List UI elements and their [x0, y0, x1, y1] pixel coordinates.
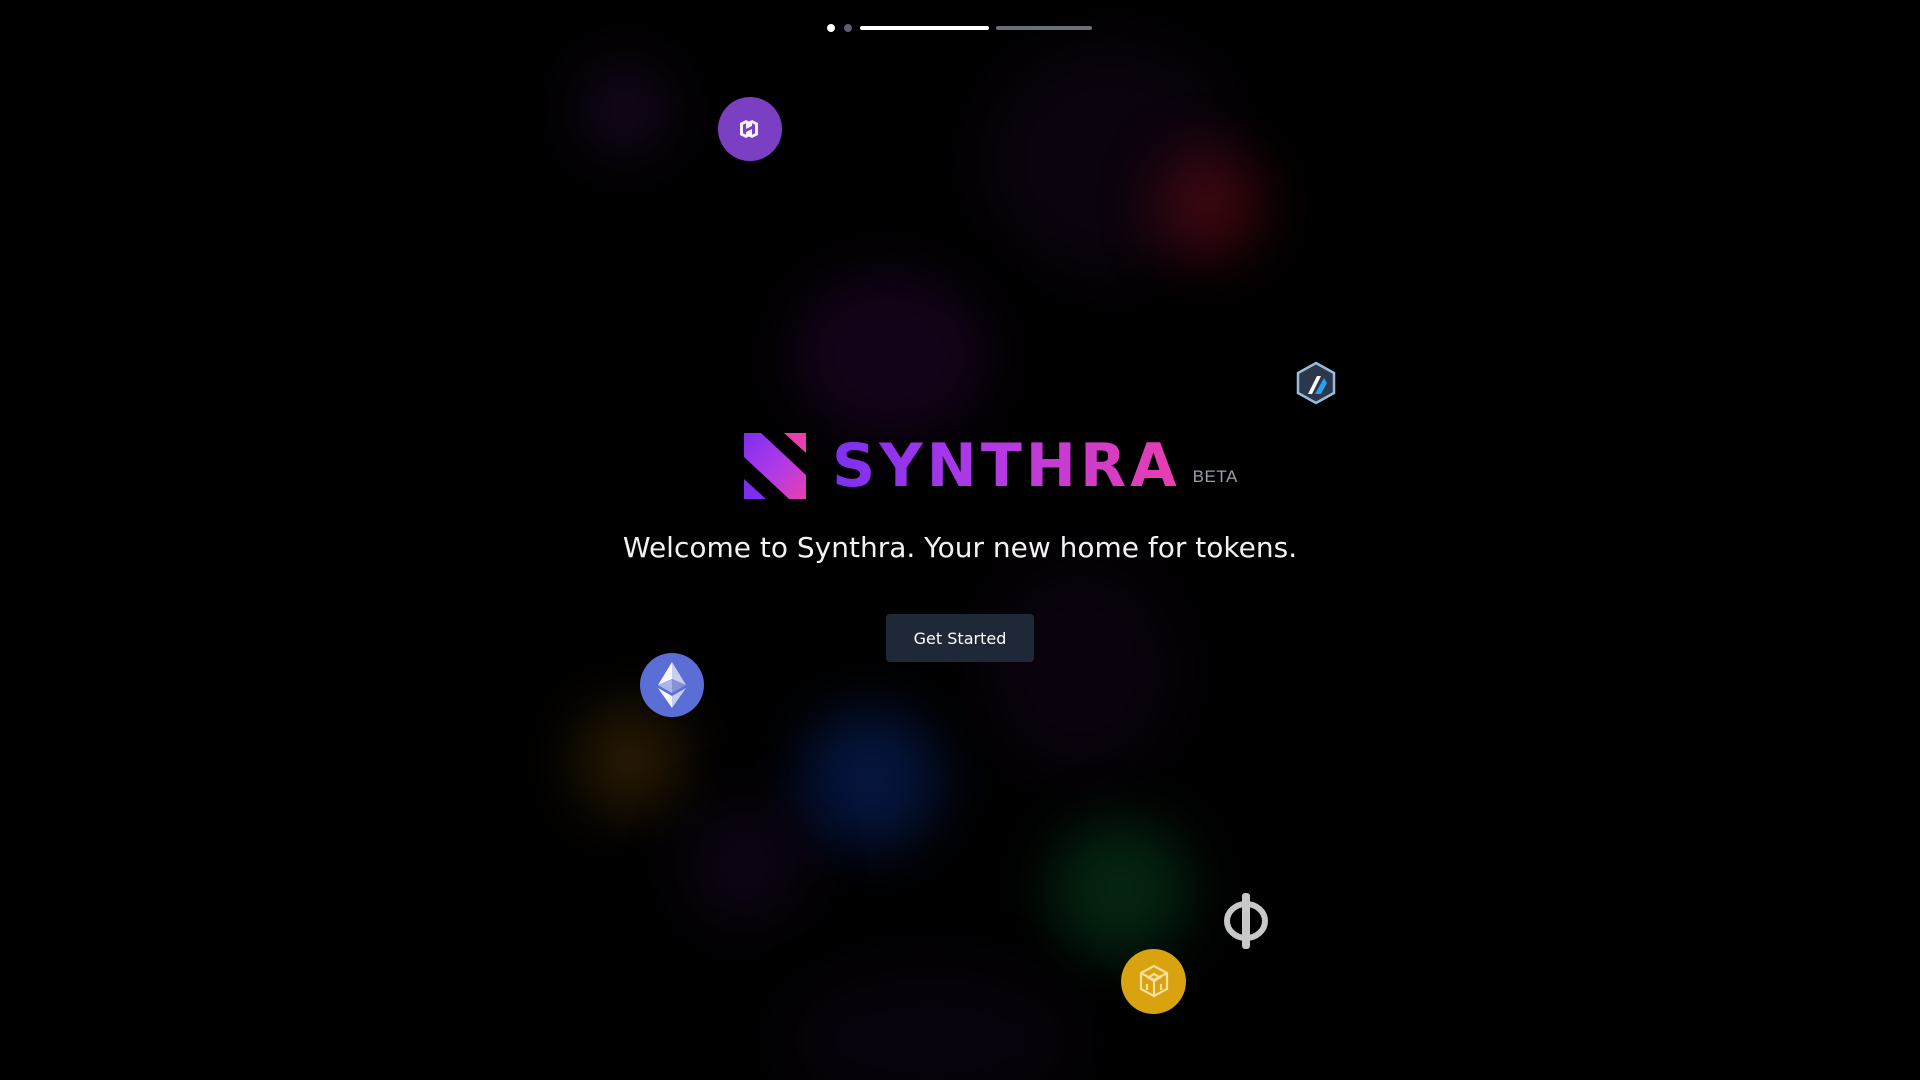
- brand-name: SYNTHRA: [832, 431, 1181, 501]
- brand-logo: SYNTHRA BETA: [744, 432, 1238, 500]
- welcome-screen: SYNTHRA BETA Welcome to Synthra. Your ne…: [0, 0, 1920, 1080]
- background-glow: [680, 800, 810, 930]
- background-glow: [800, 710, 940, 850]
- synthra-logo-icon: [744, 433, 806, 499]
- background-glow: [575, 60, 675, 160]
- bnb-icon: [1121, 949, 1186, 1014]
- background-glow: [790, 270, 990, 440]
- arbitrum-icon: [1295, 361, 1337, 405]
- progress-bar[interactable]: [996, 26, 1092, 30]
- progress-bar-active[interactable]: [860, 26, 989, 30]
- background-glow: [575, 705, 685, 815]
- background-glow: [1050, 820, 1190, 960]
- background-glow: [980, 560, 1180, 780]
- phi-icon: [1220, 890, 1272, 952]
- background-glow: [1155, 150, 1265, 260]
- get-started-button[interactable]: Get Started: [886, 614, 1034, 662]
- progress-dot[interactable]: [844, 24, 852, 32]
- progress-dot-active[interactable]: [827, 24, 835, 32]
- polygon-icon: [718, 97, 782, 161]
- background-glow: [780, 960, 1080, 1080]
- welcome-message: Welcome to Synthra. Your new home for to…: [622, 531, 1298, 564]
- ethereum-icon: [640, 653, 704, 717]
- beta-badge: BETA: [1192, 467, 1238, 486]
